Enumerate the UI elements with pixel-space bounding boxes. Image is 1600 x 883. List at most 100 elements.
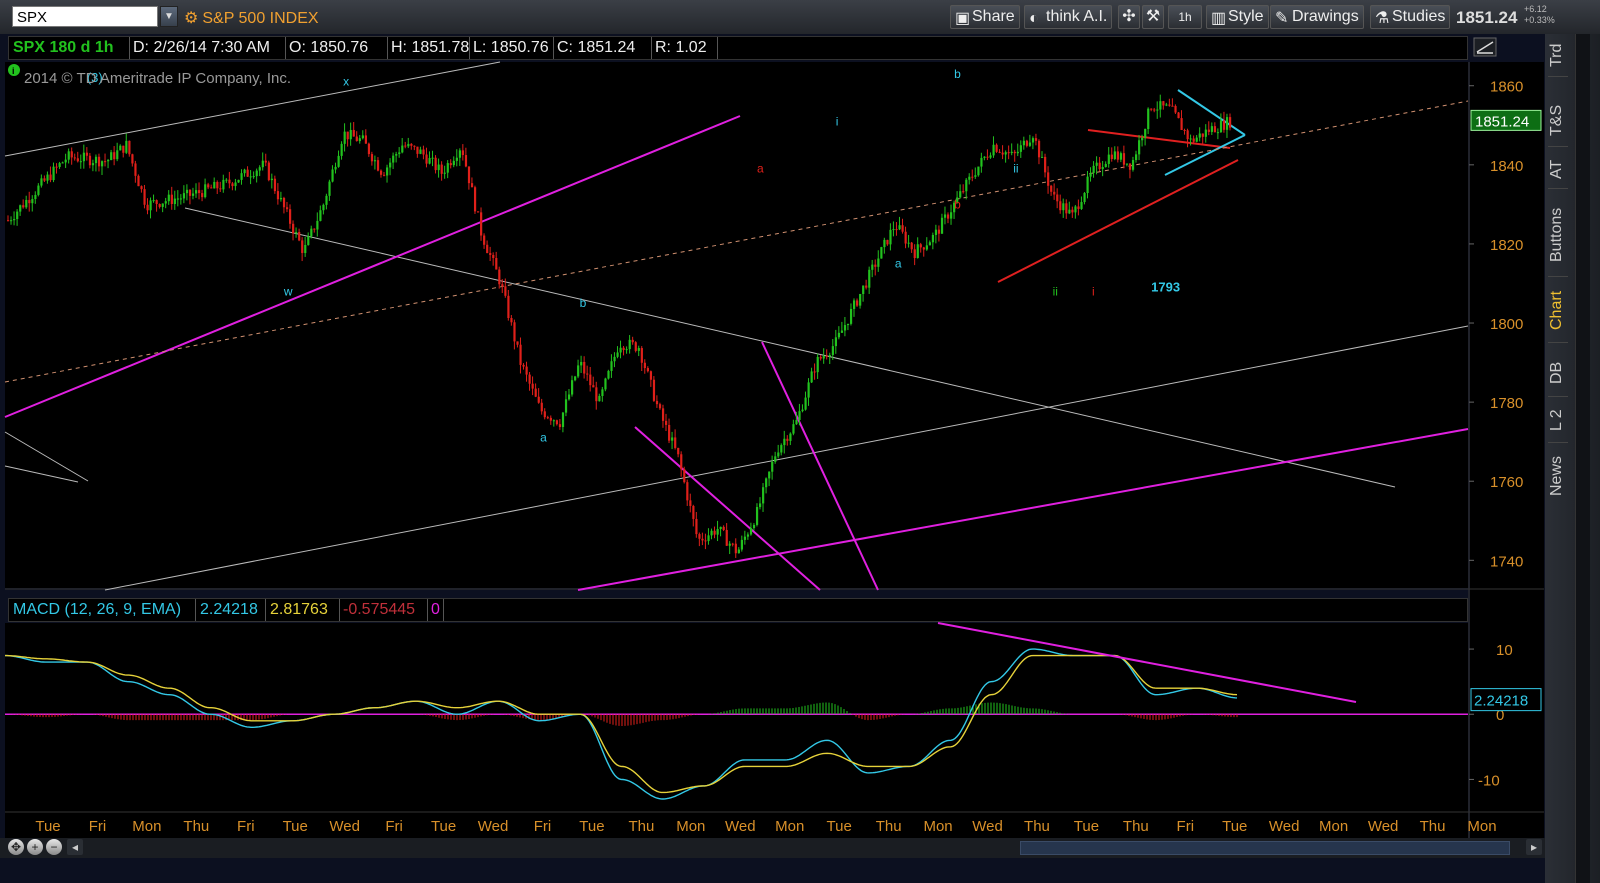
candle-body	[340, 143, 343, 156]
candle-body	[440, 164, 443, 174]
x-tick-label: Wed	[329, 818, 360, 835]
candle-body	[528, 374, 531, 384]
candle-body	[228, 179, 231, 184]
candle-body	[689, 500, 692, 506]
candle-body	[619, 347, 622, 353]
x-tick-label: Wed	[478, 818, 509, 835]
candle-body	[616, 352, 619, 357]
x-tick-label: Wed	[1269, 818, 1300, 835]
candle-body	[992, 144, 995, 156]
x-tick-label: Wed	[725, 818, 756, 835]
candle-body	[880, 247, 883, 259]
candle-body	[940, 217, 944, 234]
candle-body	[383, 174, 386, 176]
candle-body	[943, 214, 947, 218]
candle-body	[25, 199, 28, 208]
candle-body	[755, 507, 759, 525]
candle-body	[831, 346, 834, 355]
candle-body	[495, 258, 498, 270]
candle-body	[849, 308, 853, 324]
candle-body	[398, 152, 401, 155]
candle-body	[768, 471, 771, 479]
candle-body	[395, 154, 398, 156]
candle-body	[540, 402, 543, 412]
candle-body	[295, 232, 298, 234]
candle-body	[1174, 105, 1177, 113]
candle-body	[179, 198, 183, 200]
candle-body	[543, 411, 546, 418]
candle-body	[931, 234, 935, 243]
candle-body	[640, 348, 643, 363]
candle-body	[713, 530, 716, 535]
candle-body	[910, 242, 913, 250]
candle-body	[164, 201, 167, 204]
candle-body	[898, 225, 901, 230]
candle-body	[1086, 176, 1089, 194]
candle-body	[404, 145, 407, 147]
candle-body	[1128, 163, 1132, 170]
candle-body	[856, 300, 859, 306]
candle-body	[671, 437, 674, 441]
candle-body	[249, 176, 252, 178]
candle-body	[34, 194, 37, 200]
candle-body	[759, 503, 762, 508]
scroll-right-button[interactable]: ▸	[1526, 839, 1542, 855]
chart-canvas[interactable]: 17401760178018001820184018601851.24(3) xw…	[0, 0, 1600, 883]
candle-body	[258, 167, 261, 171]
candle-body	[1138, 140, 1141, 155]
candle-body	[279, 197, 283, 200]
candle-body	[483, 235, 486, 245]
x-tick-label: Mon	[775, 818, 804, 835]
scroll-left-button[interactable]: ◂	[67, 839, 83, 855]
candle-body	[1119, 153, 1123, 160]
candle-body	[613, 356, 616, 362]
candle-body	[786, 438, 789, 441]
wave-label: ii	[1053, 284, 1058, 298]
candle-body	[113, 152, 116, 160]
candle-body	[358, 138, 361, 142]
candle-body	[1171, 105, 1174, 107]
candle-body	[213, 181, 216, 189]
candle-body	[1141, 137, 1144, 141]
candle-body	[464, 155, 468, 167]
candle-body	[795, 420, 798, 425]
candle-body	[892, 229, 895, 231]
x-tick-label: Thu	[628, 818, 654, 835]
zoom-out-button[interactable]: −	[46, 839, 62, 855]
pan-button[interactable]: ✥	[8, 839, 24, 855]
candle-body	[1107, 154, 1110, 164]
candle-body	[370, 154, 374, 162]
candle-body	[510, 318, 513, 323]
candle-body	[434, 157, 437, 171]
candle-body	[37, 185, 40, 195]
horizontal-scrollbar-thumb[interactable]	[1020, 841, 1510, 855]
candle-body	[461, 150, 465, 156]
candle-body	[167, 194, 170, 202]
candle-body	[513, 322, 516, 342]
candle-body	[401, 145, 404, 153]
candle-body	[319, 210, 322, 221]
candle-body	[798, 411, 801, 421]
candle-body	[1041, 156, 1044, 158]
candle-body	[604, 378, 607, 390]
candle-body	[373, 160, 377, 162]
candle-body	[428, 158, 431, 164]
wave-label: i	[1092, 284, 1095, 298]
candle-body	[91, 163, 95, 166]
candle-body	[343, 131, 346, 144]
candle-body	[707, 535, 710, 542]
candle-body	[289, 209, 292, 224]
candle-body	[583, 361, 586, 374]
candle-body	[1056, 194, 1059, 202]
candle-body	[204, 184, 207, 198]
candle-body	[1077, 206, 1080, 209]
wave-label: a	[895, 257, 902, 271]
candle-body	[125, 140, 128, 153]
candle-body	[85, 152, 89, 156]
candle-body	[904, 231, 907, 244]
candle-body	[1207, 129, 1210, 132]
candle-body	[410, 143, 413, 146]
candle-body	[589, 374, 592, 386]
candle-body	[364, 135, 368, 144]
zoom-in-button[interactable]: +	[27, 839, 43, 855]
